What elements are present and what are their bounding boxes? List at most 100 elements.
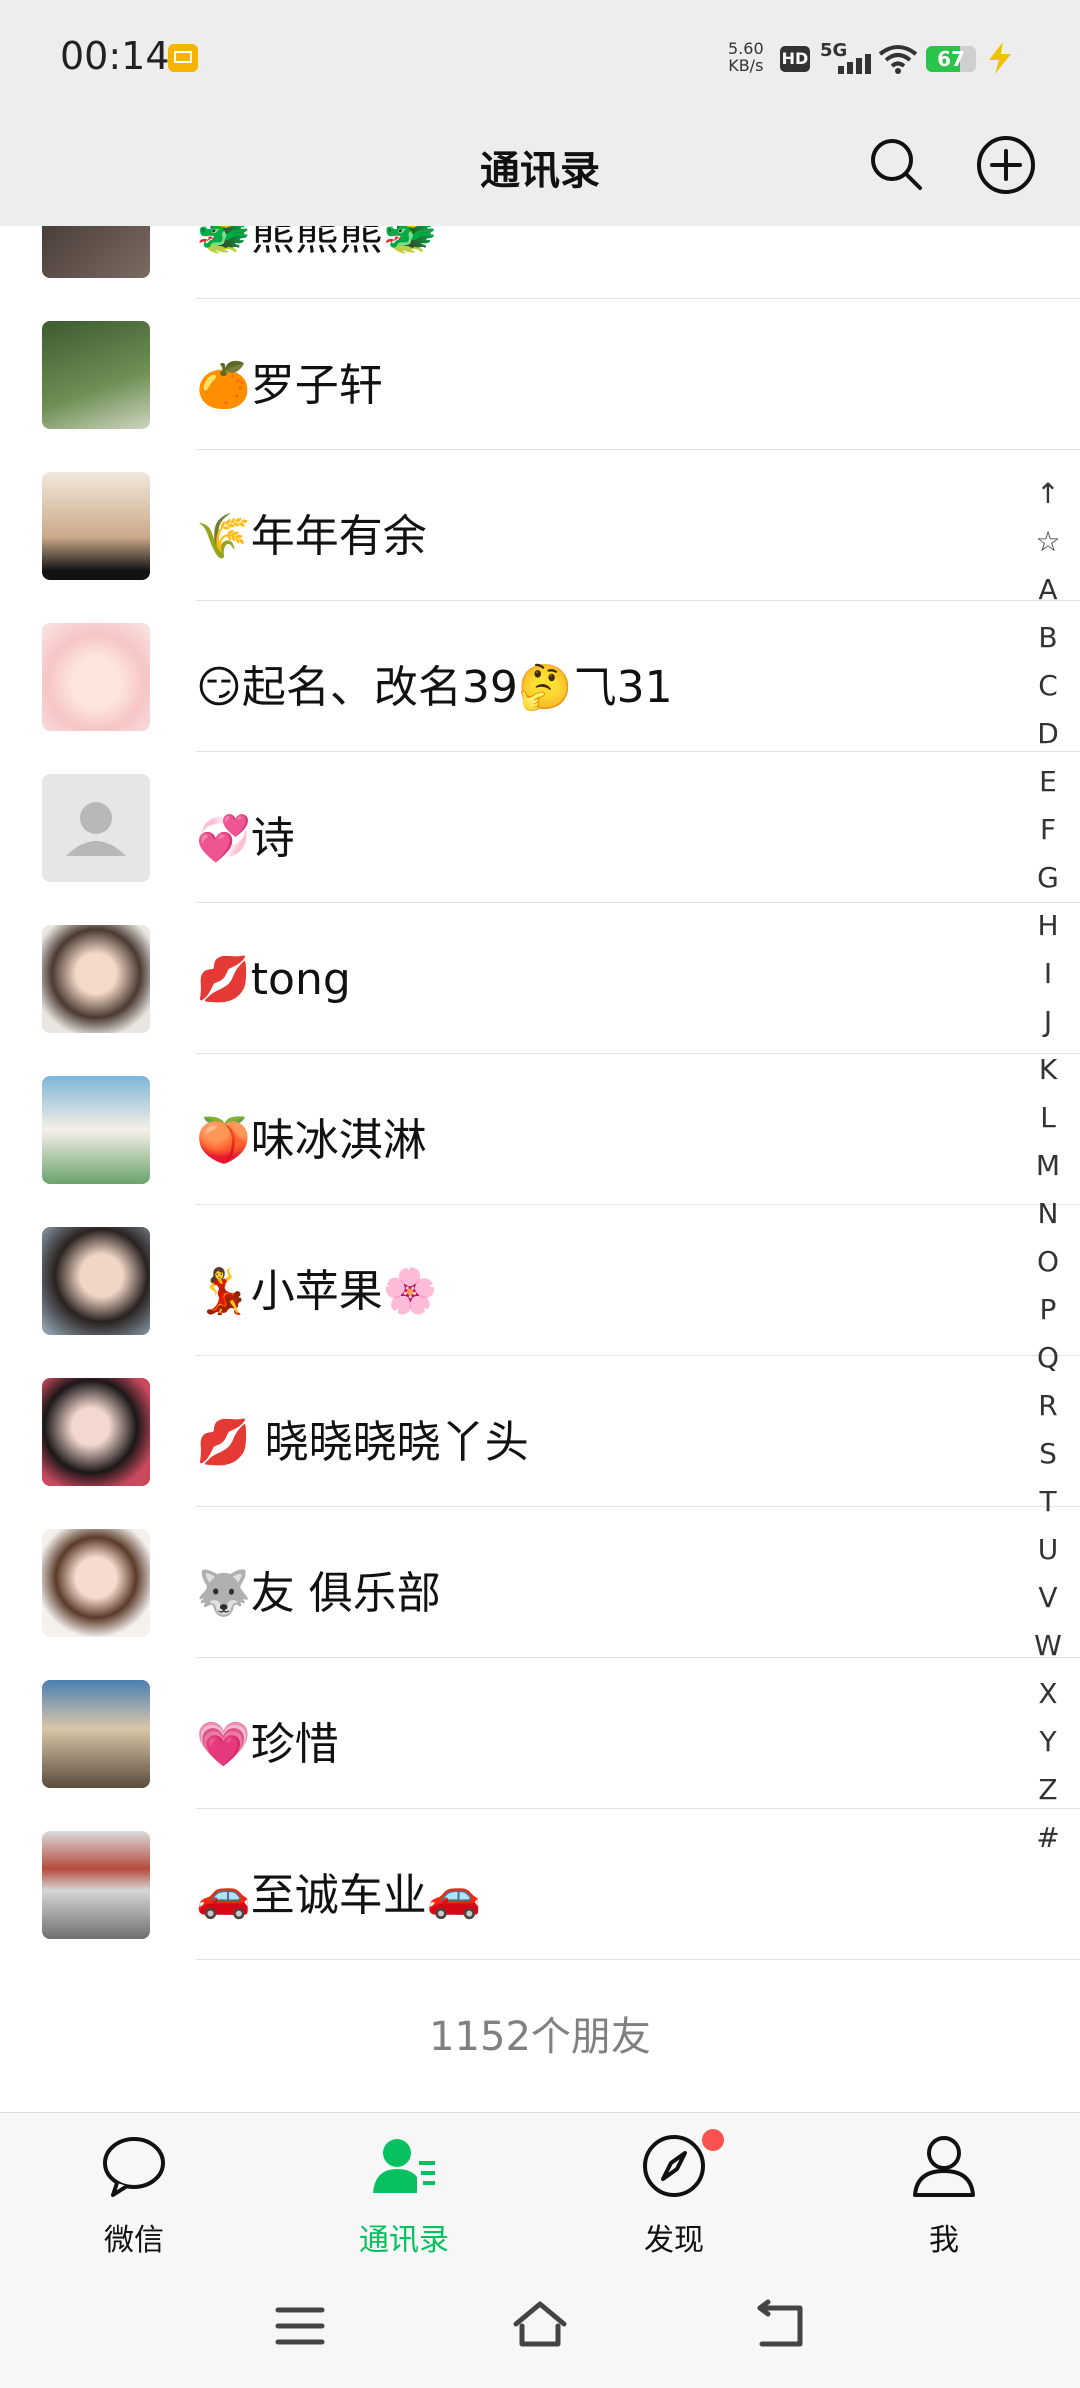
index-letter[interactable]: F (1030, 806, 1066, 854)
index-letter[interactable]: ↑ (1030, 470, 1066, 518)
contact-avatar (42, 472, 150, 580)
network-speed-unit: KB/s (728, 56, 764, 75)
index-letter[interactable]: P (1030, 1286, 1066, 1334)
system-navigation-bar (0, 2272, 1080, 2388)
contact-avatar (42, 1680, 150, 1788)
tab-discover[interactable]: 发现 (584, 2129, 764, 2269)
compass-icon (643, 2135, 705, 2197)
battery-level: 67 (937, 47, 965, 71)
contacts-icon (373, 2139, 435, 2193)
contact-avatar (42, 623, 150, 731)
index-letter[interactable]: I (1030, 950, 1066, 998)
contact-name: 💋 晓晓晓晓丫头 (196, 1417, 529, 1468)
contact-row[interactable]: 🐺友 俱乐部 (0, 1507, 1080, 1658)
contact-avatar (42, 925, 150, 1033)
contact-name: 💗珍惜 (196, 1719, 339, 1770)
network-speed: 5.60 KB/s (728, 40, 764, 74)
contact-row[interactable]: 🐲熊熊熊🐲 (0, 226, 1080, 299)
contact-row[interactable]: 💃小苹果🌸 (0, 1205, 1080, 1356)
friend-count: 1152个朋友 (0, 1962, 1080, 2112)
battery-icon: 67 (926, 46, 976, 72)
index-letter[interactable]: N (1030, 1190, 1066, 1238)
mail-notification-icon (168, 44, 198, 72)
contact-name: 💃小苹果🌸 (196, 1266, 438, 1317)
contact-name: 🚗至诚车业🚗 (196, 1870, 482, 1921)
contact-avatar (42, 1529, 150, 1637)
contact-row[interactable]: 😏起名、改名39🤔⺄31 (0, 601, 1080, 752)
index-letter[interactable]: Q (1030, 1334, 1066, 1382)
contact-avatar (42, 226, 150, 278)
charging-bolt-icon (989, 42, 1011, 74)
alphabet-index[interactable]: ↑ ☆ A B C D E F G H I J K L M N O P Q R S T U V W X Y Z # (1030, 470, 1066, 1862)
index-letter[interactable]: ☆ (1030, 518, 1066, 566)
index-letter[interactable]: G (1030, 854, 1066, 902)
contact-name: 💞诗 (196, 813, 295, 864)
tab-chats[interactable]: 微信 (44, 2129, 224, 2269)
contact-row[interactable]: 💋 晓晓晓晓丫头 (0, 1356, 1080, 1507)
contact-row[interactable]: 💋tong (0, 903, 1080, 1054)
tab-me[interactable]: 我 (854, 2129, 1034, 2269)
index-letter[interactable]: T (1030, 1478, 1066, 1526)
index-letter[interactable]: R (1030, 1382, 1066, 1430)
status-time: 00:14 (60, 34, 170, 78)
index-letter[interactable]: M (1030, 1142, 1066, 1190)
default-avatar-icon (42, 774, 150, 882)
status-bar: 00:14 5.60 KB/s HD 5G 67 (0, 0, 1080, 108)
contact-name: 💋tong (196, 954, 351, 1005)
tab-label: 发现 (644, 2223, 704, 2258)
index-letter[interactable]: A (1030, 566, 1066, 614)
index-letter[interactable]: # (1030, 1814, 1066, 1862)
wifi-icon (878, 45, 918, 74)
tab-label: 我 (929, 2223, 959, 2258)
index-letter[interactable]: C (1030, 662, 1066, 710)
contact-row[interactable]: 💗珍惜 (0, 1658, 1080, 1809)
contact-avatar (42, 1227, 150, 1335)
tab-label: 微信 (104, 2223, 164, 2258)
index-letter[interactable]: U (1030, 1526, 1066, 1574)
contact-avatar (42, 1076, 150, 1184)
tab-contacts[interactable]: 通讯录 (314, 2129, 494, 2269)
contact-name: 🐲熊熊熊🐲 (196, 226, 438, 260)
chat-bubble-icon (103, 2137, 165, 2197)
person-icon (913, 2136, 975, 2197)
contact-row[interactable]: 🌾年年有余 (0, 450, 1080, 601)
back-icon[interactable] (750, 2296, 810, 2356)
index-letter[interactable]: O (1030, 1238, 1066, 1286)
index-letter[interactable]: W (1030, 1622, 1066, 1670)
contact-avatar (42, 321, 150, 429)
contact-row[interactable]: 🍑味冰淇淋 (0, 1054, 1080, 1205)
discover-badge-dot (702, 2129, 724, 2151)
index-letter[interactable]: S (1030, 1430, 1066, 1478)
index-letter[interactable]: J (1030, 998, 1066, 1046)
contact-row[interactable]: 🚗至诚车业🚗 (0, 1809, 1080, 1960)
contact-name: 😏起名、改名39🤔⺄31 (196, 662, 673, 713)
contact-name: 🍊罗子轩 (196, 360, 383, 411)
index-letter[interactable]: E (1030, 758, 1066, 806)
index-letter[interactable]: B (1030, 614, 1066, 662)
hd-badge: HD (780, 46, 810, 72)
index-letter[interactable]: K (1030, 1046, 1066, 1094)
header: 通讯录 (0, 108, 1080, 226)
add-icon[interactable] (975, 134, 1037, 196)
search-icon[interactable] (866, 134, 926, 194)
index-letter[interactable]: Y (1030, 1718, 1066, 1766)
tab-label: 通讯录 (359, 2223, 449, 2258)
index-letter[interactable]: X (1030, 1670, 1066, 1718)
contact-name: 🐺友 俱乐部 (196, 1568, 441, 1619)
cellular-signal-icon: 5G (820, 40, 871, 74)
index-letter[interactable]: L (1030, 1094, 1066, 1142)
index-letter[interactable]: D (1030, 710, 1066, 758)
index-letter[interactable]: Z (1030, 1766, 1066, 1814)
bottom-tab-bar: 微信 通讯录 发现 我 (0, 2112, 1080, 2273)
menu-icon[interactable] (270, 2296, 330, 2356)
contact-avatar (42, 1378, 150, 1486)
index-letter[interactable]: H (1030, 902, 1066, 950)
signal-label: 5G (820, 40, 848, 61)
contact-name: 🌾年年有余 (196, 511, 427, 562)
contact-name: 🍑味冰淇淋 (196, 1115, 427, 1166)
contact-row[interactable]: 🍊罗子轩 (0, 299, 1080, 450)
contact-avatar (42, 1831, 150, 1939)
home-icon[interactable] (510, 2296, 570, 2356)
index-letter[interactable]: V (1030, 1574, 1066, 1622)
contact-row[interactable]: 💞诗 (0, 752, 1080, 903)
